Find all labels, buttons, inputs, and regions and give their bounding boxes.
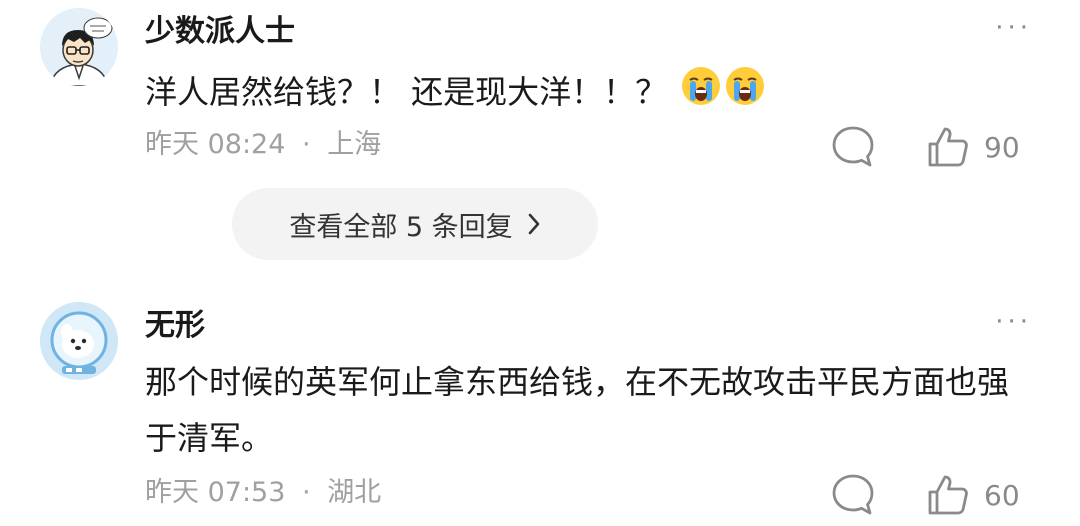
comment-meta: 昨天 08:24 · 上海 bbox=[145, 128, 381, 162]
like-button[interactable]: 90 bbox=[926, 124, 1020, 170]
avatar-cartoon-man-icon bbox=[40, 8, 118, 86]
view-replies-label: 查看全部 5 条回复 bbox=[289, 211, 513, 243]
view-all-replies-button[interactable]: 查看全部 5 条回复 bbox=[232, 188, 598, 260]
like-button[interactable]: 60 bbox=[926, 472, 1020, 518]
comment-bubble-icon bbox=[832, 474, 874, 515]
avatar-astronaut-dog-icon bbox=[40, 302, 118, 380]
meta-separator: · bbox=[302, 129, 311, 160]
comment-bubble-icon bbox=[832, 126, 874, 167]
thumbs-up-icon bbox=[928, 475, 968, 515]
comment-item: 无形 ··· 那个时候的英军何止拿东西给钱，在不无故攻击平民方面也强于清军。 昨… bbox=[0, 290, 1080, 526]
crying-face-emoji-icon bbox=[681, 65, 767, 124]
comment-text: 洋人居然给钱？！ 还是现大洋！！？ bbox=[145, 64, 1025, 124]
timestamp: 昨天 08:24 bbox=[145, 129, 286, 160]
chevron-right-icon bbox=[527, 212, 541, 236]
reply-button[interactable] bbox=[830, 472, 876, 518]
comment-item: 少数派人士 ··· 洋人居然给钱？！ 还是现大洋！！？ 昨天 08:24 · 上… bbox=[0, 0, 1080, 270]
thumbs-up-icon bbox=[928, 127, 968, 167]
avatar[interactable] bbox=[40, 8, 118, 86]
comment-meta: 昨天 07:53 · 湖北 bbox=[145, 476, 381, 510]
comment-text: 那个时候的英军何止拿东西给钱，在不无故攻击平民方面也强于清军。 bbox=[145, 363, 1010, 457]
username[interactable]: 无形 bbox=[145, 308, 205, 344]
avatar[interactable] bbox=[40, 302, 118, 380]
location: 湖北 bbox=[327, 477, 382, 508]
location: 上海 bbox=[327, 129, 382, 160]
reply-button[interactable] bbox=[830, 124, 876, 170]
more-options-icon[interactable]: ··· bbox=[995, 309, 1032, 335]
like-count: 60 bbox=[984, 478, 1020, 512]
more-options-icon[interactable]: ··· bbox=[995, 15, 1032, 41]
username[interactable]: 少数派人士 bbox=[145, 14, 295, 50]
like-count: 90 bbox=[984, 130, 1020, 164]
comment-body: 洋人居然给钱？！ 还是现大洋！！？ bbox=[145, 73, 668, 111]
meta-separator: · bbox=[302, 477, 311, 508]
timestamp: 昨天 07:53 bbox=[145, 477, 286, 508]
